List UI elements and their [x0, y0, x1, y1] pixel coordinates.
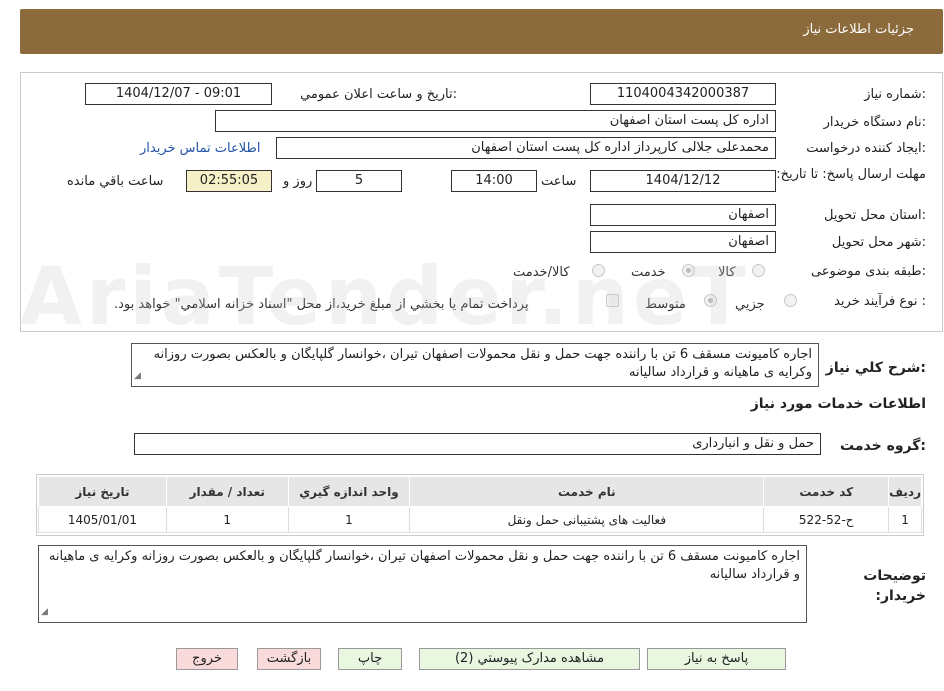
- need-number-label: شماره نیاز:: [864, 87, 926, 102]
- services-table: رديف کد خدمت نام خدمت واحد اندازه گيري ت…: [38, 476, 922, 533]
- category-goods-service-label: کالا/خدمت: [513, 265, 570, 280]
- attachments-button[interactable]: مشاهده مدارک پيوستي (2): [419, 648, 640, 670]
- cell-need-date: 1405/01/01: [38, 506, 167, 533]
- resize-handle-icon[interactable]: ◢: [41, 603, 48, 621]
- category-label: طبقه بندی موضوعی:: [810, 264, 926, 279]
- payment-note: پرداخت تمام يا بخشي از مبلغ خريد،از محل …: [114, 297, 529, 312]
- process-minor-label: جزيي: [735, 297, 765, 312]
- resize-handle-icon[interactable]: ◢: [134, 367, 141, 385]
- category-goods-radio[interactable]: [752, 264, 765, 277]
- cell-service-code: ح-52-522: [763, 506, 890, 533]
- exit-button[interactable]: خروج: [176, 648, 238, 670]
- deadline-time-label: ساعت: [541, 174, 577, 189]
- city-field: اصفهان: [590, 231, 776, 253]
- buyer-notes-textarea[interactable]: اجاره کامیونت مسقف 6 تن با راننده جهت حم…: [38, 545, 807, 623]
- remaining-label: ساعت باقي مانده: [67, 174, 164, 189]
- days-label: روز و: [283, 174, 313, 189]
- cell-unit: 1: [287, 506, 411, 533]
- process-medium-label: متوسط: [645, 297, 686, 312]
- services-section-title: اطلاعات خدمات مورد نياز: [750, 396, 926, 412]
- description-text: اجاره کامیونت مسقف 6 تن با راننده جهت حم…: [153, 347, 812, 380]
- announce-label: تاریخ و ساعت اعلان عمومي:: [300, 87, 457, 102]
- cell-row-number: 1: [888, 506, 922, 533]
- process-label: نوع فرآيند خريد :: [834, 294, 926, 309]
- back-button[interactable]: بازگشت: [257, 648, 321, 670]
- remaining-time-field: 02:55:05: [186, 170, 272, 192]
- buyer-org-label: نام دستگاه خريدار:: [823, 115, 926, 130]
- requester-label: ايجاد کننده درخواست:: [806, 141, 926, 156]
- col-quantity: تعداد / مقدار: [165, 476, 289, 507]
- col-need-date: تاريخ نياز: [38, 476, 167, 507]
- col-unit: واحد اندازه گيري: [287, 476, 411, 507]
- deadline-label: مهلت ارسال پاسخ: تا تاریخ:: [776, 167, 926, 182]
- days-field: 5: [316, 170, 402, 192]
- print-button[interactable]: چاپ: [338, 648, 402, 670]
- buyer-notes-label: توضيحات خريدار:: [863, 568, 926, 604]
- col-service-name: نام خدمت: [409, 476, 765, 507]
- province-field: اصفهان: [590, 204, 776, 226]
- deadline-time-field: 14:00: [451, 170, 537, 192]
- city-label: شهر محل تحويل:: [831, 235, 926, 250]
- cell-quantity: 1: [165, 506, 289, 533]
- treasury-checkbox[interactable]: [606, 294, 619, 307]
- reply-button[interactable]: پاسخ به نياز: [647, 648, 786, 670]
- deadline-date-field: 1404/12/12: [590, 170, 776, 192]
- page-title: جزئیات اطلاعات نیاز: [803, 22, 914, 37]
- buyer-notes-text: اجاره کامیونت مسقف 6 تن با راننده جهت حم…: [48, 549, 800, 582]
- process-minor-radio[interactable]: [784, 294, 797, 307]
- category-goods-label: کالا: [718, 265, 736, 280]
- province-label: استان محل تحويل:: [824, 208, 926, 223]
- requester-field: محمدعلی جلالی کارپرداز اداره کل پست استا…: [276, 137, 776, 159]
- need-number-field: 1104004342000387: [590, 83, 776, 105]
- category-service-radio[interactable]: [682, 264, 695, 277]
- announce-field: 1404/12/07 - 09:01: [85, 83, 272, 105]
- page-header: جزئیات اطلاعات نیاز: [20, 9, 943, 54]
- buyer-contact-link[interactable]: اطلاعات تماس خريدار: [140, 141, 260, 156]
- col-row-number: رديف: [888, 476, 922, 507]
- service-group-field: حمل و نقل و انبارداری: [134, 433, 821, 455]
- buyer-org-field: اداره کل پست استان اصفهان: [215, 110, 776, 132]
- table-row: 1 ح-52-522 فعالیت های پشتیبانی حمل ونقل …: [38, 506, 922, 533]
- description-textarea[interactable]: اجاره کامیونت مسقف 6 تن با راننده جهت حم…: [131, 343, 819, 387]
- category-service-label: خدمت: [631, 265, 666, 280]
- category-goods-service-radio[interactable]: [592, 264, 605, 277]
- service-group-label: گروه خدمت:: [840, 438, 926, 454]
- cell-service-name: فعالیت های پشتیبانی حمل ونقل: [409, 506, 765, 533]
- description-label: شرح کلي نياز:: [825, 360, 926, 376]
- col-service-code: کد خدمت: [763, 476, 890, 507]
- process-medium-radio[interactable]: [704, 294, 717, 307]
